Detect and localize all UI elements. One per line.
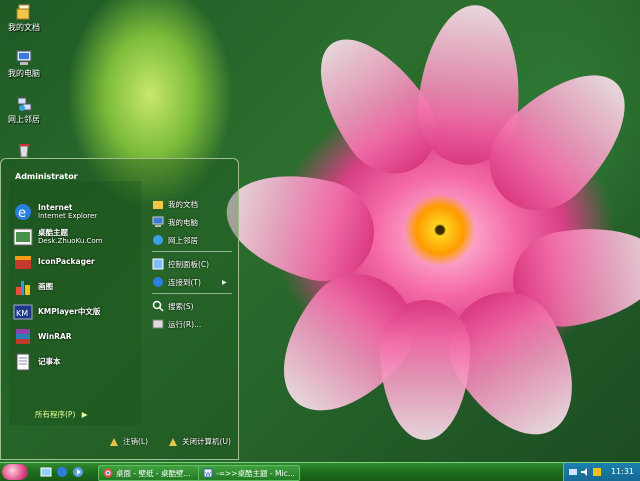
start-menu-item-kmplayer[interactable]: KM KMPlayer中文版: [13, 301, 100, 323]
start-menu-item-notepad[interactable]: 记事本: [13, 351, 61, 373]
run-icon: [152, 318, 164, 330]
lotus-center: [405, 195, 475, 265]
arrow-right-icon: ▶: [222, 278, 227, 286]
start-menu-item-label: Internet: [38, 203, 73, 212]
zhuoku-icon: [13, 227, 33, 247]
arrow-right-icon: ▶: [81, 410, 88, 419]
internet-explorer-icon: e: [13, 202, 33, 222]
my-documents-icon: [152, 198, 164, 210]
start-button[interactable]: [2, 464, 28, 480]
start-menu-item-label: 桌酷主题: [38, 228, 68, 237]
menu-separator: [152, 293, 232, 294]
start-menu-item-sublabel: Internet Explorer: [38, 212, 98, 220]
my-computer-icon: [16, 50, 32, 66]
internet-explorer-icon: [57, 467, 67, 477]
lotus-petal: [380, 300, 470, 440]
desktop-icon-my-documents[interactable]: 我的文档: [0, 4, 48, 33]
control-panel-icon: [152, 258, 164, 270]
start-menu-username: Administrator: [15, 172, 78, 181]
winrar-icon: [13, 327, 33, 347]
start-menu-item-zhuoku[interactable]: 桌酷主题 Desk.ZhuoKu.Com: [13, 226, 102, 248]
word-doc-icon: W: [203, 468, 213, 478]
recycle-bin-icon: [16, 142, 32, 158]
notepad-icon: [13, 352, 33, 372]
logoff-button[interactable]: 注销(L): [109, 436, 148, 447]
search-icon: [152, 300, 164, 312]
lotus-petal: [214, 157, 386, 293]
media-player-icon: [73, 467, 83, 477]
start-menu-place-run[interactable]: 运行(R)...: [152, 317, 201, 331]
start-menu-footer: 注销(L) 关闭计算机(U): [109, 436, 231, 447]
tray-volume-icon[interactable]: [580, 467, 590, 477]
system-tray: 11:31: [563, 463, 640, 481]
menu-separator: [152, 251, 232, 252]
start-menu-place-network[interactable]: 网上邻居: [152, 233, 198, 247]
quicklaunch-media[interactable]: [72, 466, 84, 478]
network-places-icon: [16, 96, 32, 112]
connect-icon: [152, 276, 164, 288]
start-menu-place-my-documents[interactable]: 我的文档: [152, 197, 198, 211]
logoff-icon: [109, 437, 119, 447]
my-computer-icon: [152, 216, 164, 228]
desktop-icon-my-computer[interactable]: 我的电脑: [0, 50, 48, 79]
tray-network-icon[interactable]: [568, 467, 578, 477]
tray-app-icon[interactable]: [592, 467, 602, 477]
svg-text:W: W: [205, 471, 211, 478]
shutdown-icon: [168, 437, 178, 447]
network-places-icon: [152, 234, 164, 246]
start-menu: Administrator e Internet Internet Explore…: [0, 158, 239, 460]
tray-clock[interactable]: 11:31: [611, 467, 634, 476]
start-menu-item-internet[interactable]: e Internet Internet Explorer: [13, 201, 97, 223]
start-menu-item-sublabel: Desk.ZhuoKu.Com: [38, 237, 103, 245]
iconpackager-icon: [13, 252, 33, 272]
kmplayer-icon: KM: [13, 302, 33, 322]
paint-icon: [13, 277, 33, 297]
start-menu-place-control-panel[interactable]: 控制面板(C): [152, 257, 209, 271]
all-programs-label: 所有程序(P): [35, 410, 76, 419]
taskbar-button-document[interactable]: W -=>>桌酷主题 - Mic...: [198, 465, 300, 481]
desktop-icon-network-places[interactable]: 网上邻居: [0, 96, 48, 125]
start-menu-place-my-computer[interactable]: 我的电脑: [152, 215, 198, 229]
svg-text:KM: KM: [16, 309, 28, 318]
show-desktop-icon: [40, 467, 52, 477]
svg-text:e: e: [18, 206, 26, 221]
shutdown-button[interactable]: 关闭计算机(U): [168, 436, 231, 447]
start-menu-place-connect-to[interactable]: 连接到(T) ▶: [152, 275, 227, 289]
chrome-icon: [103, 468, 113, 478]
quicklaunch-desktop[interactable]: [40, 466, 52, 478]
start-menu-item-winrar[interactable]: WinRAR: [13, 326, 72, 348]
quicklaunch-ie[interactable]: [56, 466, 68, 478]
my-documents-icon: [16, 4, 32, 20]
taskbar: 桌面 - 壁纸 - 桌酷壁... W -=>>桌酷主题 - Mic... 11:…: [0, 462, 640, 481]
start-menu-item-iconpackager[interactable]: IconPackager: [13, 251, 95, 273]
start-menu-item-paint[interactable]: 画图: [13, 276, 53, 298]
taskbar-button-browser[interactable]: 桌面 - 壁纸 - 桌酷壁...: [98, 465, 200, 481]
all-programs-button[interactable]: 所有程序(P) ▶: [35, 409, 88, 420]
start-menu-place-search[interactable]: 搜索(S): [152, 299, 194, 313]
